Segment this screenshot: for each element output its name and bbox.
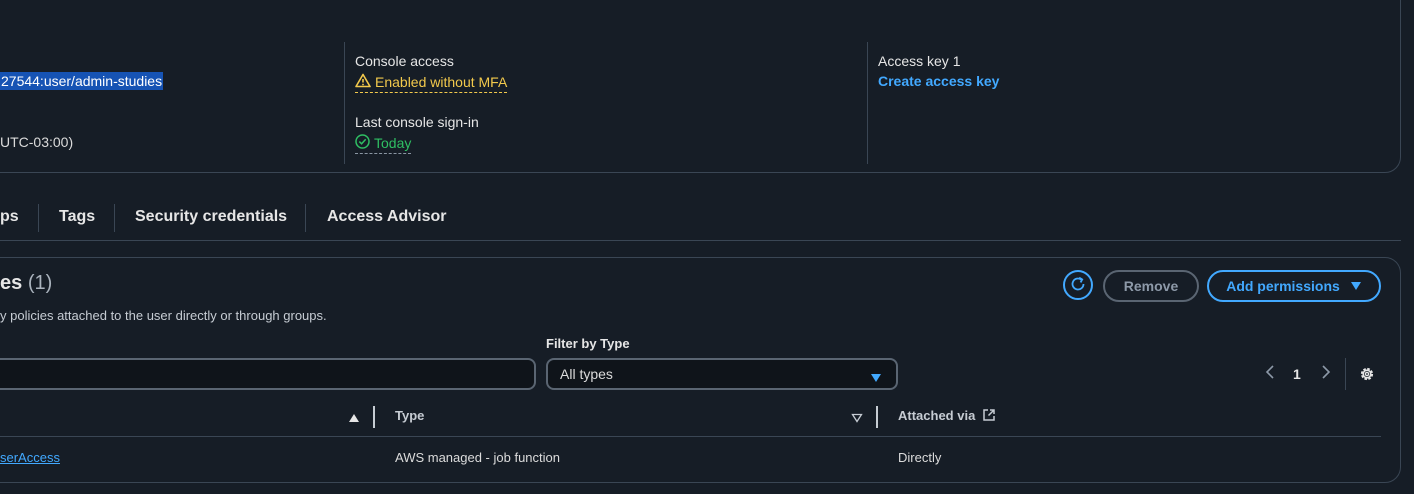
filter-by-type-label: Filter by Type xyxy=(546,336,630,351)
column-header-type[interactable]: Type xyxy=(395,408,424,423)
user-created-timezone: UTC-03:00) xyxy=(0,134,74,150)
user-detail-tabs: ps Tags Security credentials Access Advi… xyxy=(0,202,1401,241)
permissions-count: (1) xyxy=(27,272,53,294)
attached-via-label: Attached via xyxy=(898,408,976,423)
caret-down-icon xyxy=(1350,278,1362,294)
warning-icon xyxy=(355,73,371,91)
filter-by-type-select[interactable]: All types xyxy=(546,358,898,390)
add-permissions-label: Add permissions xyxy=(1226,278,1340,294)
policy-type-cell: AWS managed - job function xyxy=(395,450,560,465)
filter-selected-value: All types xyxy=(560,366,613,382)
previous-page-button[interactable] xyxy=(1264,364,1276,383)
console-access-label: Console access xyxy=(355,53,454,69)
tab-security-credentials[interactable]: Security credentials xyxy=(135,202,287,232)
user-arn[interactable]: 27544:user/admin-studies xyxy=(0,72,164,90)
console-access-value[interactable]: Enabled without MFA xyxy=(355,73,508,93)
tab-divider xyxy=(114,204,115,232)
last-signin-status: Today xyxy=(374,135,412,151)
column-resizer[interactable] xyxy=(876,406,878,428)
table-header-divider xyxy=(0,436,1381,437)
console-access-status: Enabled without MFA xyxy=(375,74,508,90)
external-link-icon xyxy=(982,409,996,425)
tab-divider xyxy=(305,204,306,232)
page-number[interactable]: 1 xyxy=(1293,366,1301,382)
tab-access-advisor[interactable]: Access Advisor xyxy=(327,202,446,232)
summary-divider-2 xyxy=(867,42,868,164)
last-signin-value[interactable]: Today xyxy=(355,134,412,154)
preferences-gear-icon[interactable] xyxy=(1358,365,1376,386)
remove-button[interactable]: Remove xyxy=(1103,270,1199,302)
add-permissions-button[interactable]: Add permissions xyxy=(1207,270,1381,302)
permissions-title-text: es xyxy=(0,272,23,294)
user-summary-card xyxy=(0,0,1401,173)
check-circle-icon xyxy=(355,134,370,152)
policy-search-input[interactable] xyxy=(0,358,536,390)
column-resizer[interactable] xyxy=(373,406,375,428)
user-arn-text: 27544:user/admin-studies xyxy=(0,72,164,90)
column-header-attached-via[interactable]: Attached via xyxy=(898,408,996,425)
summary-divider-1 xyxy=(344,42,345,164)
sort-ascending-icon[interactable] xyxy=(348,410,360,426)
tab-divider xyxy=(38,204,39,232)
permissions-title: es (1) xyxy=(0,272,52,295)
refresh-icon xyxy=(1069,275,1087,296)
permissions-description: y policies attached to the user directly… xyxy=(0,308,327,323)
refresh-button[interactable] xyxy=(1063,270,1093,300)
access-key-label: Access key 1 xyxy=(878,53,961,69)
last-signin-label: Last console sign-in xyxy=(355,114,479,130)
tab-tags[interactable]: Tags xyxy=(59,202,95,232)
tab-groups[interactable]: ps xyxy=(0,202,19,232)
create-access-key-link[interactable]: Create access key xyxy=(878,73,999,89)
next-page-button[interactable] xyxy=(1320,364,1332,383)
sort-unsorted-icon[interactable] xyxy=(851,410,863,426)
policy-name-link[interactable]: serAccess xyxy=(0,450,60,465)
pager-divider xyxy=(1345,358,1346,390)
policy-attached-via-cell: Directly xyxy=(898,450,942,465)
caret-down-icon xyxy=(870,370,882,386)
